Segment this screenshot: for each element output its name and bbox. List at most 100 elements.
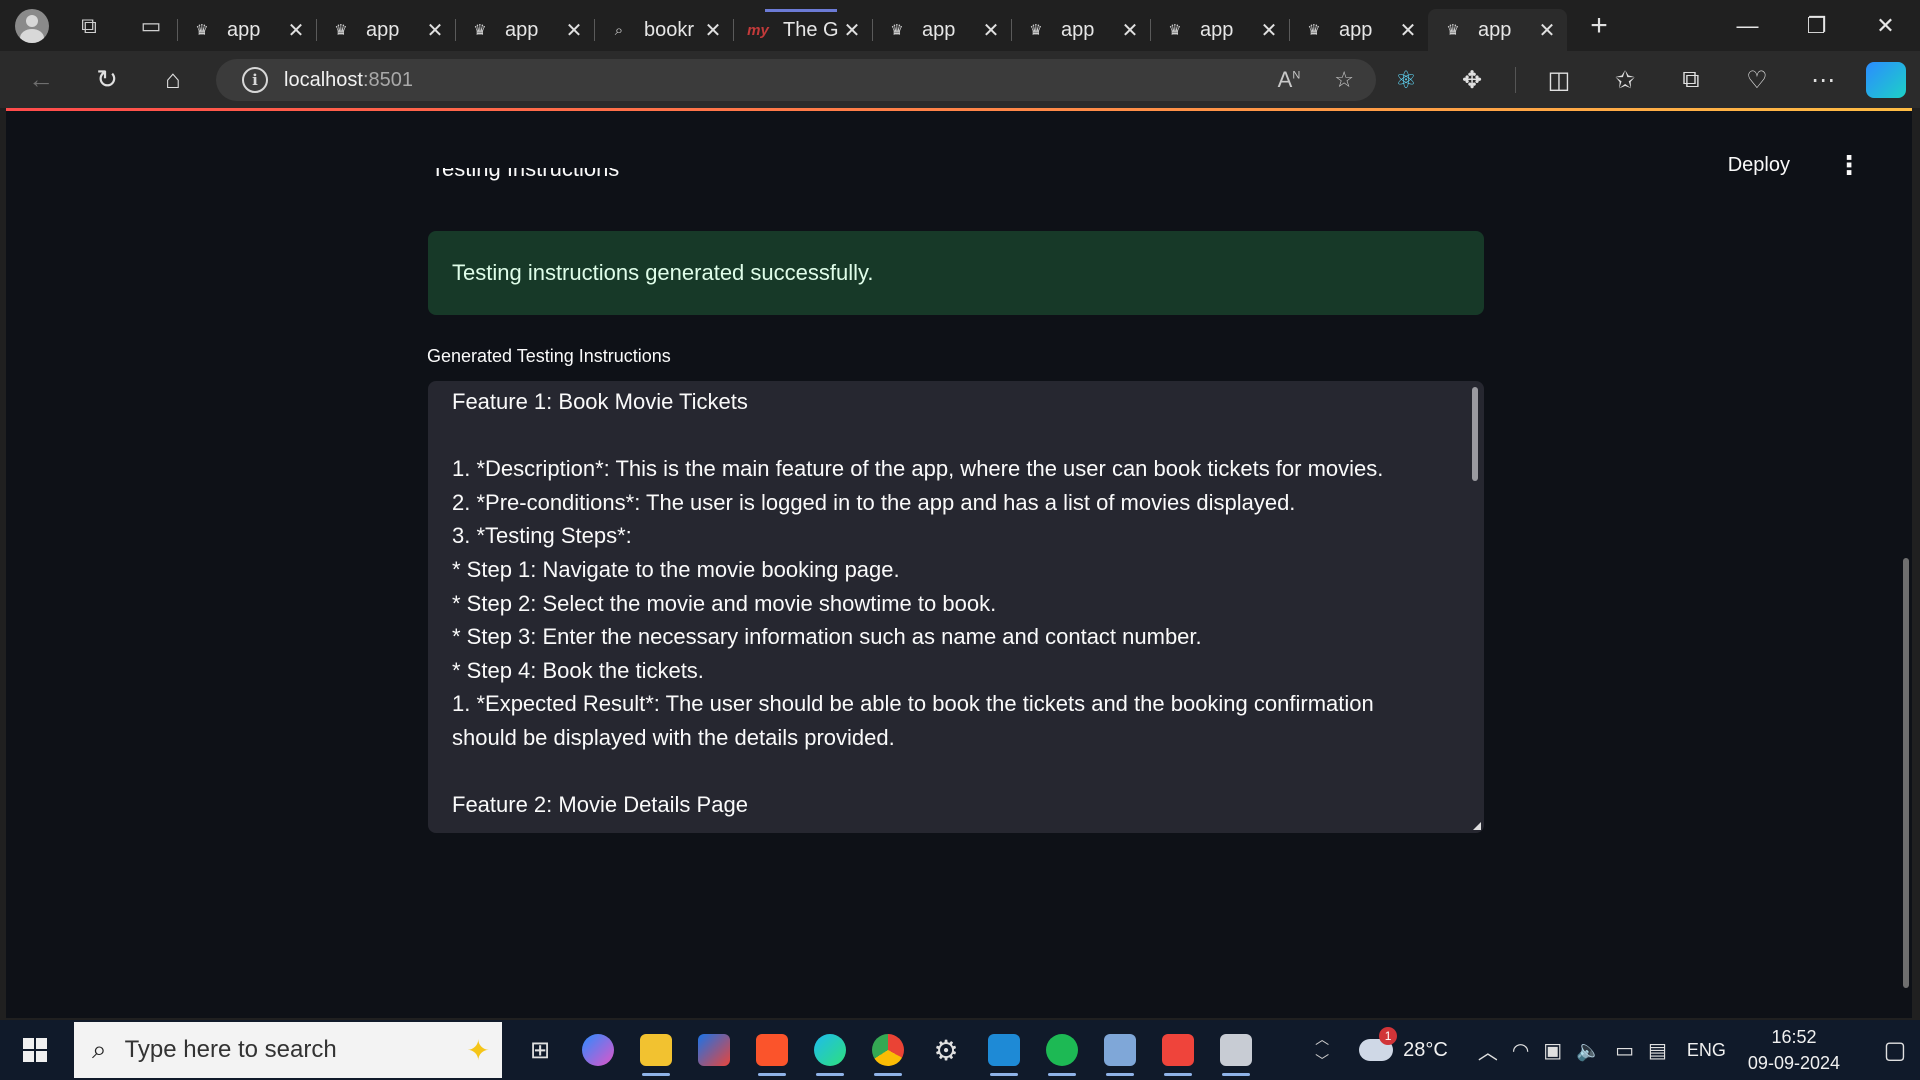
close-window-button[interactable]: ✕ — [1851, 0, 1920, 51]
volume-icon[interactable]: 🔈 — [1576, 1038, 1601, 1063]
spotify-icon[interactable] — [1038, 1024, 1086, 1076]
read-aloud-icon[interactable]: AN — [1278, 67, 1301, 93]
system-tray: ︿ ﹀ 1 28°C ︿ ◠ ▣ 🔈 ▭ ▤ ENG 16:52 09-09-20… — [1315, 1020, 1920, 1080]
refresh-button[interactable]: ↻ — [82, 60, 132, 100]
header-decoration-bar — [6, 108, 1912, 111]
streamlit-crown-icon: ♛ — [1029, 22, 1043, 39]
minimize-button[interactable]: — — [1713, 0, 1782, 51]
wifi-icon[interactable]: ◠ — [1512, 1038, 1529, 1063]
notification-center-icon[interactable]: ▢ — [1870, 1020, 1920, 1080]
split-screen-icon[interactable]: ◫ — [1536, 60, 1582, 100]
tab-close-icon[interactable]: ✕ — [703, 18, 723, 43]
textarea-label: Generated Testing Instructions — [427, 346, 671, 366]
browser-essentials-icon[interactable]: ♡ — [1734, 60, 1780, 100]
tab-close-icon[interactable]: ✕ — [1537, 18, 1557, 43]
browser-tab[interactable]: ⌕ bookr ✕ — [594, 9, 733, 51]
weather-widget[interactable]: 1 28°C — [1359, 1027, 1448, 1062]
browser-tab[interactable]: ♛ app ✕ — [1289, 9, 1428, 51]
browser-tab[interactable]: ♛ app ✕ — [177, 9, 316, 51]
success-alert: Testing instructions generated successfu… — [428, 231, 1484, 315]
favorites-icon[interactable]: ✩ — [1602, 60, 1648, 100]
textarea-scrollbar[interactable] — [1472, 387, 1478, 481]
deploy-button[interactable]: Deploy — [1728, 154, 1790, 177]
streamlit-crown-icon: ♛ — [195, 22, 209, 39]
tab-actions-icon[interactable]: ▭ — [131, 6, 171, 46]
meet-now-icon[interactable]: ▣ — [1543, 1038, 1562, 1063]
partial-heading: Testing Instructions — [431, 168, 620, 181]
more-options-icon[interactable]: ⋯ — [1800, 60, 1846, 100]
browser-tab[interactable]: ♛ app ✕ — [1150, 9, 1289, 51]
collections-icon[interactable]: ⧉ — [1668, 60, 1714, 100]
tab-label: app — [366, 18, 400, 41]
show-hidden-icons-chevron-icon[interactable]: ︿ — [1478, 1036, 1498, 1065]
edge-browser-icon[interactable] — [806, 1024, 854, 1076]
favorite-star-icon[interactable]: ☆ — [1334, 67, 1354, 93]
weather-temp: 28°C — [1403, 1038, 1448, 1061]
chrome-browser-icon[interactable] — [864, 1024, 912, 1076]
app-viewport: Deploy ⋮ Testing Instructions Testing in… — [6, 108, 1912, 1018]
tab-close-icon[interactable]: ✕ — [1398, 18, 1418, 43]
microsoft-store-icon[interactable] — [690, 1024, 738, 1076]
address-bar[interactable]: i localhost:8501 AN ☆ — [216, 59, 1376, 101]
battery-icon[interactable]: ▭ — [1615, 1038, 1634, 1063]
react-devtools-icon[interactable]: ⚛ — [1383, 60, 1429, 100]
task-view-icon[interactable]: ⊞ — [516, 1024, 564, 1076]
scrolled-heading-fragment: Testing Instructions — [431, 168, 651, 182]
language-indicator[interactable]: ENG — [1687, 1040, 1726, 1061]
tab-label: The G — [783, 18, 839, 41]
streamlit-crown-icon: ♛ — [890, 22, 904, 39]
profile-avatar-icon[interactable] — [15, 8, 49, 43]
anydesk-icon[interactable] — [1154, 1024, 1202, 1076]
tab-list: ♛ app ✕ ♛ app ✕ ♛ app ✕ ⌕ bookr ✕ my The G ✕ ♛ app ✕ ♛ app ✕… — [177, 0, 1567, 51]
tab-close-icon[interactable]: ✕ — [286, 18, 306, 43]
new-tab-button[interactable]: + — [1579, 6, 1619, 46]
my-icon: my — [747, 21, 769, 39]
browser-toolbar: ← ↻ ⌂ i localhost:8501 AN ☆ ⚛ ✥ ◫ ✩ ⧉ ♡ … — [0, 51, 1920, 108]
streamlit-crown-icon: ♛ — [1168, 22, 1182, 39]
vscode-icon[interactable] — [980, 1024, 1028, 1076]
brave-browser-icon[interactable] — [748, 1024, 796, 1076]
browser-tab[interactable]: ♛ app ✕ — [1011, 9, 1150, 51]
textarea-content[interactable]: Feature 1: Book Movie Tickets 1. *Descri… — [452, 385, 1426, 822]
address-url[interactable]: localhost:8501 — [284, 69, 413, 92]
tab-close-icon[interactable]: ✕ — [1120, 18, 1140, 43]
search-placeholder: Type here to search — [124, 1036, 337, 1063]
browser-tab[interactable]: ♛ app ✕ — [455, 9, 594, 51]
clock-time: 16:52 — [1771, 1027, 1817, 1047]
toolbar-divider — [1515, 67, 1516, 93]
tab-close-icon[interactable]: ✕ — [981, 18, 1001, 43]
textarea-resize-handle[interactable] — [1473, 822, 1481, 830]
search-icon: ⌕ — [614, 21, 624, 39]
clock[interactable]: 16:52 09-09-2024 — [1748, 1024, 1840, 1076]
copilot-icon[interactable] — [1866, 62, 1906, 98]
back-button[interactable]: ← — [16, 60, 66, 100]
tab-close-icon[interactable]: ✕ — [842, 18, 862, 43]
workspaces-icon[interactable]: ⧉ — [69, 6, 109, 46]
tab-close-icon[interactable]: ✕ — [564, 18, 584, 43]
browser-tab[interactable]: ♛ app ✕ — [1428, 9, 1567, 51]
streamlit-crown-icon: ♛ — [1307, 22, 1321, 39]
home-button[interactable]: ⌂ — [148, 60, 198, 100]
start-button[interactable] — [0, 1020, 70, 1080]
browser-tab-strip: ⧉ ▭ ♛ app ✕ ♛ app ✕ ♛ app ✕ ⌕ bookr ✕ my The G ✕ ♛ app ✕ ♛… — [0, 0, 1920, 51]
browser-tab[interactable]: ♛ app ✕ — [316, 9, 455, 51]
system-monitor-icon[interactable] — [1212, 1024, 1260, 1076]
tab-close-icon[interactable]: ✕ — [425, 18, 445, 43]
tab-label: bookr — [644, 18, 695, 41]
tab-close-icon[interactable]: ✕ — [1259, 18, 1279, 43]
display-icon[interactable]: ▤ — [1648, 1038, 1667, 1063]
taskbar-scroll-arrows[interactable]: ︿ ﹀ — [1315, 1028, 1329, 1072]
extensions-icon[interactable]: ✥ — [1449, 60, 1495, 100]
site-info-icon[interactable]: i — [242, 67, 268, 93]
file-explorer-icon[interactable] — [632, 1024, 680, 1076]
main-menu-icon[interactable]: ⋮ — [1836, 150, 1862, 181]
browser-tab[interactable]: my The G ✕ — [733, 9, 872, 51]
copilot-app-icon[interactable] — [574, 1024, 622, 1076]
testing-instructions-textarea[interactable]: Feature 1: Book Movie Tickets 1. *Descri… — [428, 381, 1484, 833]
page-scrollbar[interactable] — [1903, 558, 1909, 988]
settings-gear-icon[interactable]: ⚙ — [922, 1024, 970, 1076]
restore-button[interactable]: ❐ — [1782, 0, 1851, 51]
browser-tab[interactable]: ♛ app ✕ — [872, 9, 1011, 51]
taskbar-search[interactable]: ⌕ Type here to search ✦ — [74, 1022, 502, 1078]
remote-desktop-icon[interactable] — [1096, 1024, 1144, 1076]
